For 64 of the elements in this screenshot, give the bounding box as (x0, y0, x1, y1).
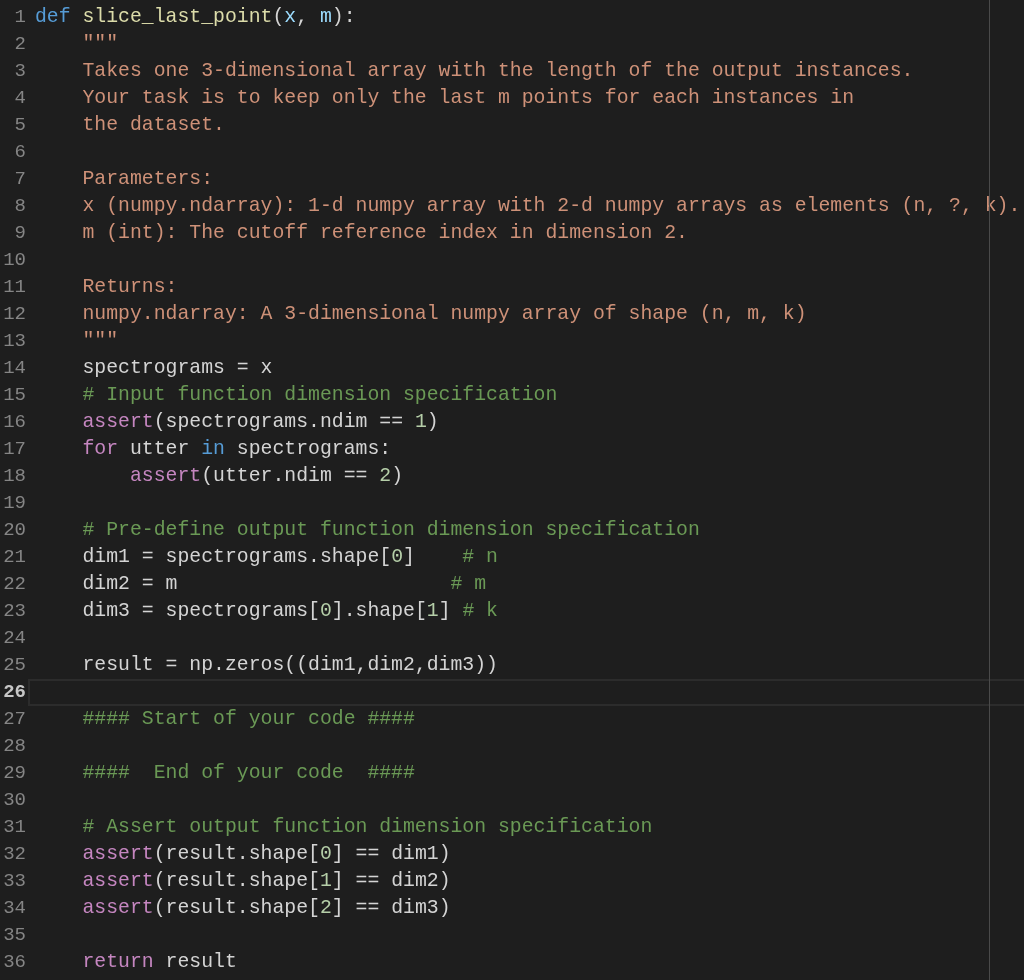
code-line: """ (81, 329, 120, 354)
line-number: 18 (2, 464, 26, 489)
code-line: x (numpy.ndarray): 1-d numpy array with 2-d numpy arrays as elements (n, ?, k). (81, 194, 1022, 219)
line-number: 23 (2, 599, 26, 624)
line-number: 33 (2, 869, 26, 894)
line-number: 35 (2, 923, 26, 948)
code-line: def slice_last_point(x, m): (34, 5, 357, 30)
line-number: 4 (13, 86, 26, 111)
code-line: Returns: (81, 275, 179, 300)
line-number: 19 (2, 491, 26, 516)
code-line: assert(result.shape[1] == dim2) (81, 869, 452, 894)
code-line: m (int): The cutoff reference index in dimension 2. (81, 221, 689, 246)
line-number: 36 (2, 950, 26, 975)
code-line: return result (81, 950, 238, 975)
line-number: 8 (13, 194, 26, 219)
code-line: Your task is to keep only the last m points for each instances in (81, 86, 856, 111)
line-number: 30 (2, 788, 26, 813)
line-number: 3 (13, 59, 26, 84)
line-number: 29 (2, 761, 26, 786)
line-number: 17 (2, 437, 26, 462)
code-line: dim1 = spectrograms.shape[0] # n (81, 545, 499, 570)
line-number: 9 (13, 221, 26, 246)
code-line: assert(result.shape[2] == dim3) (81, 896, 452, 921)
code-line: # Assert output function dimension specification (81, 815, 654, 840)
code-line: the dataset. (81, 113, 226, 138)
line-number: 24 (2, 626, 26, 651)
code-line: dim2 = m # m (81, 572, 488, 597)
line-number: 7 (13, 167, 26, 192)
code-line: assert(spectrograms.ndim == 1) (81, 410, 440, 435)
line-number: 22 (2, 572, 26, 597)
line-number: 25 (2, 653, 26, 678)
code-line: assert(utter.ndim == 2) (128, 464, 404, 489)
code-line: numpy.ndarray: A 3-dimensional numpy array of shape (n, m, k) (81, 302, 808, 327)
code-line: dim3 = spectrograms[0].shape[1] # k (81, 599, 499, 624)
line-number: 1 (13, 5, 26, 30)
line-number: 32 (2, 842, 26, 867)
code-line: Parameters: (81, 167, 215, 192)
code-line: for utter in spectrograms: (81, 437, 393, 462)
code-line: Takes one 3-dimensional array with the length of the output instances. (81, 59, 915, 84)
line-number: 11 (2, 275, 26, 300)
code-line: assert(result.shape[0] == dim1) (81, 842, 452, 867)
line-number: 10 (2, 248, 26, 273)
code-line: # Input function dimension specification (81, 383, 559, 408)
line-number: 2 (13, 32, 26, 57)
code-line: result = np.zeros((dim1,dim2,dim3)) (81, 653, 499, 678)
line-number: 28 (2, 734, 26, 759)
line-number: 26 (2, 680, 26, 705)
line-number: 27 (2, 707, 26, 732)
code-line: """ (81, 32, 120, 57)
code-line: # Pre-define output function dimension specification (81, 518, 701, 543)
code-line: #### End of your code #### (81, 761, 416, 786)
line-number: 20 (2, 518, 26, 543)
line-number: 34 (2, 896, 26, 921)
line-number: 15 (2, 383, 26, 408)
line-number: 16 (2, 410, 26, 435)
line-number: 21 (2, 545, 26, 570)
line-number: 14 (2, 356, 26, 381)
code-line: spectrograms = x (81, 356, 274, 381)
line-number: 31 (2, 815, 26, 840)
code-line: #### Start of your code #### (81, 707, 416, 732)
line-number: 6 (13, 140, 26, 165)
line-number: 5 (13, 113, 26, 138)
line-number: 13 (2, 329, 26, 354)
line-number: 12 (2, 302, 26, 327)
